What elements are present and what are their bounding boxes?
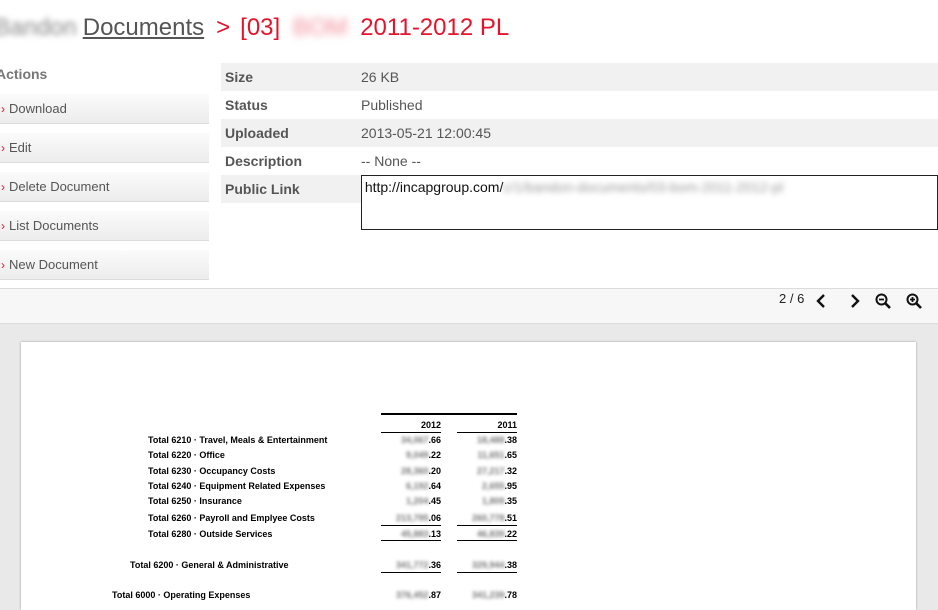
chevron-left-icon[interactable] (813, 292, 831, 310)
total-rule (381, 572, 441, 573)
breadcrumb-owner-blurred[interactable]: Bandon (0, 14, 77, 42)
document-page: 2012 2011 Total 6210 · Travel, Meals & E… (21, 342, 916, 610)
subtotal-row-value-2011: 329,944.38 (471, 560, 517, 570)
chevron-right-icon: › (1, 179, 5, 194)
total-row-value-2011: 341,239.78 (471, 590, 517, 600)
detail-row-status: Status Published (221, 91, 938, 119)
chevron-right-icon: › (1, 218, 5, 233)
table-row-label: Total 6250 · Insurance (148, 496, 242, 506)
column-header-2011: 2011 (497, 420, 517, 430)
new-document-button[interactable]: › New Document (0, 250, 209, 280)
table-row-value-2011: 260,778.51 (471, 513, 517, 523)
header-rule (381, 413, 517, 415)
table-row-value-2012: 9,049.22 (405, 450, 441, 460)
detail-row-public-link: Public Link http://incapgroup.com/c/1/ba… (221, 175, 938, 231)
detail-label: Public Link (221, 175, 361, 203)
chevron-right-icon: › (1, 101, 5, 116)
public-link-field[interactable]: http://incapgroup.com/c/1/bandon-documen… (360, 175, 938, 230)
table-row-label: Total 6230 · Occupancy Costs (148, 466, 276, 476)
chevron-right-icon: › (1, 257, 5, 272)
table-row-value-2012: 213,795.06 (395, 513, 441, 523)
detail-row-uploaded: Uploaded 2013-05-21 12:00:45 (221, 119, 938, 147)
detail-value: 2013-05-21 12:00:45 (361, 125, 491, 141)
table-row-label: Total 6240 · Equipment Related Expenses (148, 481, 326, 491)
list-documents-button[interactable]: › List Documents (0, 211, 209, 241)
detail-value: Published (361, 97, 423, 113)
detail-value: 26 KB (361, 69, 400, 85)
subtotal-rule (457, 525, 517, 526)
table-row-value-2011: 18,488.38 (476, 435, 517, 445)
table-row-value-2012: 45,883.13 (400, 529, 441, 539)
chevron-right-icon[interactable] (845, 292, 863, 310)
table-row-value-2011: 2,655.95 (481, 481, 517, 491)
breadcrumb-separator: > (216, 14, 231, 41)
subtotal-row-value-2012: 341,772.36 (395, 560, 441, 570)
delete-document-button[interactable]: › Delete Document (0, 172, 209, 202)
zoom-in-icon[interactable] (905, 292, 923, 310)
header-underline-2011 (457, 432, 517, 433)
breadcrumb: Bandon Documents > [03] BOM 2011-2012 PL (0, 14, 509, 46)
table-row-value-2011: 46,839.22 (476, 529, 517, 539)
subtotal-row-label: Total 6200 · General & Administrative (130, 560, 289, 570)
subtotal-rule (381, 525, 441, 526)
detail-row-description: Description -- None -- (221, 147, 938, 175)
page-title-suffix: 2011-2012 PL (360, 14, 510, 41)
edit-button[interactable]: › Edit (0, 133, 209, 163)
page-indicator: 2 / 6 (779, 291, 805, 306)
table-row-label: Total 6220 · Office (148, 450, 225, 460)
detail-label: Description (225, 153, 303, 169)
action-label: Download (9, 101, 67, 116)
public-link-blurred: c/1/bandon-documents/03-bom-2011-2012-pl (503, 179, 784, 195)
table-row-value-2012: 28,360.20 (400, 466, 441, 476)
action-label: Edit (9, 140, 32, 155)
zoom-out-icon[interactable] (874, 292, 892, 310)
page-title: [03] BOM 2011-2012 PL (240, 14, 509, 42)
detail-value: -- None -- (361, 153, 421, 169)
table-row-value-2011: 27,217.32 (476, 466, 517, 476)
detail-row-size: Size 26 KB (221, 63, 938, 91)
table-row-label: Total 6210 · Travel, Meals & Entertainme… (148, 435, 328, 445)
detail-label: Uploaded (225, 125, 289, 141)
table-row-label: Total 6280 · Outside Services (148, 529, 273, 539)
total-row-value-2012: 376,452.87 (395, 590, 441, 600)
public-link-text: http://incapgroup.com/ (364, 179, 504, 195)
download-button[interactable]: › Download (0, 94, 209, 124)
detail-label: Status (225, 97, 268, 113)
column-header-2012: 2012 (420, 420, 441, 430)
document-details: Size 26 KB Status Published Uploaded 201… (221, 63, 938, 231)
action-label: List Documents (9, 218, 99, 233)
actions-heading: Actions (0, 66, 48, 82)
table-row-label: Total 6260 · Payroll and Emplyee Costs (148, 513, 315, 523)
breadcrumb-documents-link[interactable]: Documents (83, 14, 204, 42)
viewer-toolbar: 2 / 6 (0, 288, 938, 324)
total-rule (457, 572, 517, 573)
table-row-value-2012: 1,204.45 (405, 496, 441, 506)
chevron-right-icon: › (1, 140, 5, 155)
header-underline-2012 (381, 432, 441, 433)
action-label: New Document (9, 257, 98, 272)
page-title-blurred: BOM (292, 14, 348, 41)
table-row-value-2012: 34,067.66 (400, 435, 441, 445)
table-row-value-2011: 1,809.35 (481, 496, 517, 506)
page-title-prefix: [03] (240, 14, 281, 41)
table-row-value-2012: 6,192.64 (405, 481, 441, 491)
total-row-label: Total 6000 · Operating Expenses (112, 590, 251, 600)
subtotal-rule (457, 540, 517, 541)
table-row-value-2011: 11,651.65 (477, 450, 517, 460)
detail-label: Size (225, 69, 254, 85)
subtotal-rule (381, 540, 441, 541)
action-label: Delete Document (9, 179, 110, 194)
